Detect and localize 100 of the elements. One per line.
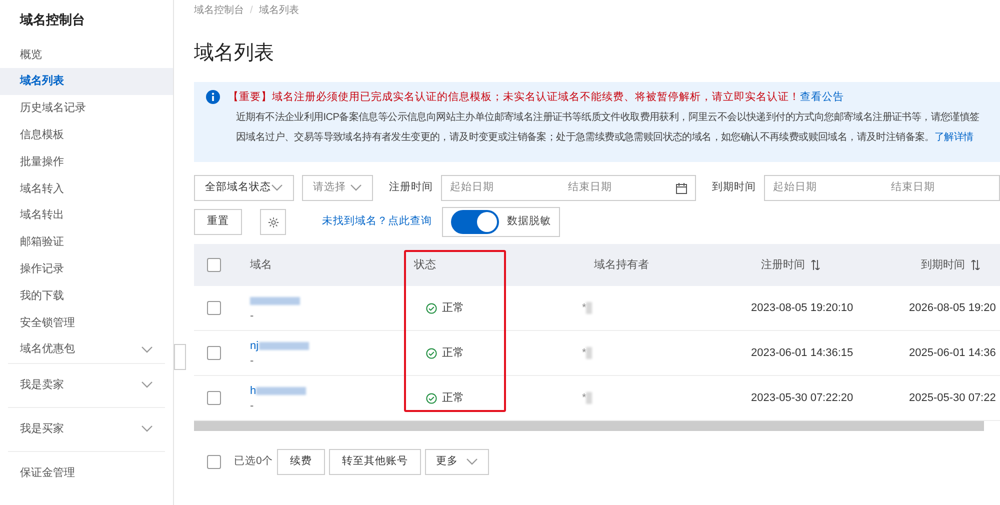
table-cell-text: - [250, 399, 255, 413]
chevron-down-icon [141, 346, 153, 354]
query-link[interactable]: 未找到域名？点此查询 [322, 214, 432, 230]
selected-count: 已选0个 [234, 454, 273, 470]
sidebar-item-label: 我的下载 [20, 288, 64, 304]
select-dropdown[interactable]: 全部域名状态 [194, 175, 294, 201]
sidebar-item[interactable]: 我是买家 [0, 416, 173, 443]
sidebar-item-label: 概览 [20, 48, 42, 63]
sidebar-item-label: 保证金管理 [20, 466, 75, 481]
checkbox[interactable] [207, 301, 221, 315]
sidebar-item[interactable]: 我的下载 [0, 282, 173, 310]
table-cell: 2023-08-05 19:20:10 [751, 302, 854, 314]
sidebar-item[interactable]: 保证金管理 [0, 460, 173, 486]
checkbox[interactable] [207, 455, 221, 469]
sidebar-item[interactable]: 域名转入 [0, 175, 173, 202]
table-cell: 2023-05-30 07:22:20 [751, 392, 854, 404]
domain-link[interactable]: nj [250, 338, 259, 354]
sidebar-item[interactable]: 历史域名记录 [0, 95, 173, 122]
gear-icon [268, 216, 278, 228]
breadcrumb-separator: / [250, 4, 253, 18]
sidebar-item[interactable]: 域名列表 [0, 68, 173, 96]
toggle-label: 数据脱敏 [507, 214, 551, 230]
blurred-text [586, 392, 592, 404]
table-cell-text: * [582, 390, 586, 406]
column-header[interactable]: 状态 [414, 256, 436, 274]
info-icon [206, 90, 220, 104]
sidebar-item-label: 域名列表 [20, 74, 64, 90]
sidebar-item-label: 安全锁管理 [20, 316, 75, 331]
column-header[interactable]: 域名 [250, 256, 272, 274]
checkbox[interactable] [207, 391, 221, 405]
table-cell-text: * [582, 346, 586, 361]
chevron-down-icon [350, 184, 362, 192]
breadcrumb-item[interactable]: 域名列表 [258, 3, 299, 18]
settings-button[interactable] [260, 209, 286, 235]
sidebar-item[interactable]: 安全锁管理 [0, 309, 173, 336]
filter-label: 到期时间 [712, 180, 756, 196]
collapse-handle[interactable] [174, 344, 186, 370]
notice-text: 因域名过户、交易等导致域名持有者发生变更的，请及时变更或注销备案；处于急需续费或急需赎回状态的域名，如您确认不再续费或赎回域名，请及时注销备案。 [236, 132, 934, 143]
checkbox[interactable] [207, 258, 221, 272]
reset-button[interactable]: 重置 [194, 209, 242, 235]
sidebar-item-label: 我是买家 [20, 422, 64, 437]
breadcrumb-item[interactable]: 域名控制台 [194, 3, 244, 18]
blurred-text [586, 347, 592, 359]
table-cell-text: - [250, 354, 255, 368]
sidebar-item[interactable]: 信息模板 [0, 122, 173, 149]
more-button[interactable]: 更多 [424, 449, 489, 475]
table-cell-text: * [582, 300, 586, 316]
notice-link[interactable]: 查看公告 [800, 91, 844, 103]
sidebar-item[interactable]: 邮箱验证 [0, 229, 173, 256]
check-circle-icon [426, 348, 437, 358]
chevron-down-icon [141, 381, 153, 390]
sidebar-item[interactable]: 概览 [0, 42, 173, 68]
select-dropdown[interactable]: 请选择 [302, 175, 373, 201]
date-range-field[interactable]: 起始日期 结束日期 [764, 175, 1000, 201]
table-cell-text: - [250, 309, 255, 323]
chevron-down-icon [271, 184, 283, 192]
notice-headline: 【重要】域名注册必须使用已完成实名认证的信息模板；未实名认证域名不能续费、将被暂停解析，请立即实名认证！ [228, 91, 800, 103]
check-circle-icon [426, 302, 437, 314]
column-header[interactable]: 注册时间 [761, 256, 805, 274]
sidebar-item[interactable]: 操作记录 [0, 256, 173, 283]
table-cell: 2026-08-05 19:20 [909, 302, 996, 314]
notice-link[interactable]: 了解详情 [934, 132, 974, 143]
status-text: 正常 [442, 390, 464, 406]
blurred-text [586, 302, 592, 314]
status-text: 正常 [442, 300, 464, 316]
sort-icon[interactable] [811, 260, 820, 270]
column-header[interactable]: 到期时间 [921, 256, 965, 274]
sidebar-item[interactable]: 域名转出 [0, 202, 173, 230]
sidebar-item-label: 域名转出 [20, 208, 64, 224]
sidebar-item-label: 域名转入 [20, 182, 64, 197]
table-cell: 2025-06-01 14:36 [909, 346, 996, 359]
status-text: 正常 [442, 346, 464, 361]
sort-icon[interactable] [971, 260, 980, 270]
date-range-field[interactable]: 起始日期 结束日期 [441, 175, 696, 201]
table-cell: 2023-06-01 14:36:15 [751, 346, 854, 359]
chevron-down-icon [466, 458, 478, 466]
toggle-switch[interactable] [451, 210, 499, 234]
sidebar-item[interactable]: 我是卖家 [0, 372, 173, 399]
sidebar-item[interactable]: 批量操作 [0, 148, 173, 176]
notice-text: 近期有不法企业利用ICP备案信息等公示信息向网站主办单位邮寄域名注册证书等纸质文件收取费用获利，阿里云不会以快递到付的方式向您邮寄域名注册证书等，请您谨慎签 [235, 110, 980, 125]
blurred-text [258, 342, 309, 350]
check-circle-icon [426, 392, 437, 404]
chevron-down-icon [141, 425, 153, 434]
horizontal-scrollbar[interactable] [194, 421, 984, 431]
blurred-text [250, 297, 300, 305]
action-button[interactable]: 续费 [276, 449, 325, 475]
filter-label: 注册时间 [389, 180, 433, 196]
sidebar-item-label: 我是卖家 [20, 378, 64, 394]
calendar-icon [676, 182, 687, 194]
column-header[interactable]: 域名持有者 [594, 256, 649, 274]
sidebar-item-label: 操作记录 [20, 262, 64, 278]
page-title: 域名列表 [193, 41, 275, 66]
sidebar-item[interactable]: 域名优惠包 [0, 336, 173, 364]
sidebar-title: 域名控制台 [18, 11, 86, 29]
sidebar-item-label: 域名优惠包 [20, 342, 75, 358]
domain-link[interactable]: h [250, 382, 256, 400]
blurred-text [256, 387, 306, 395]
action-button[interactable]: 转至其他账号 [328, 449, 421, 475]
checkbox[interactable] [207, 346, 221, 360]
sidebar-item-label: 批量操作 [20, 154, 64, 170]
